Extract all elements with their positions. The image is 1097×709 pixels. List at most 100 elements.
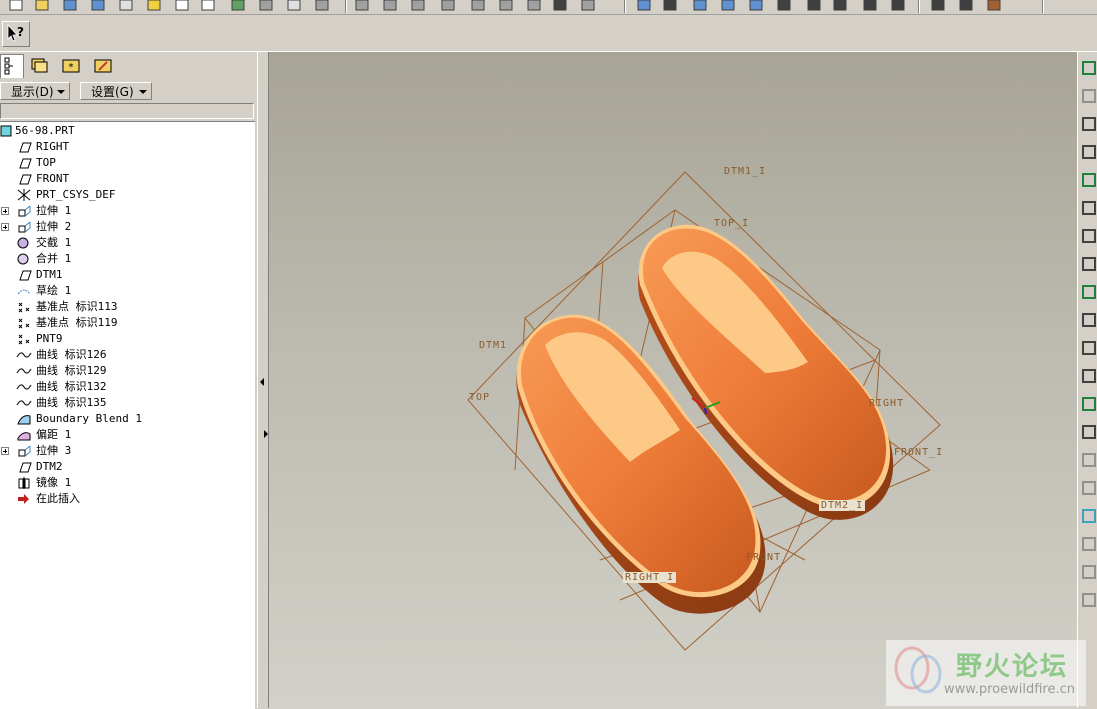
toolbar-separator xyxy=(1042,0,1044,13)
graphics-viewport[interactable]: DTM1_I TOP_I DTM1 TOP RIGHT FRONT_I DTM2… xyxy=(269,52,1077,708)
tree-item-label: RIGHT xyxy=(36,140,70,153)
datum-plane-tool-icon[interactable] xyxy=(1081,60,1097,76)
sweep-tool-icon[interactable] xyxy=(1081,480,1097,496)
mirror-tool-icon[interactable] xyxy=(1081,564,1097,580)
csys-tool-icon[interactable] xyxy=(1081,172,1097,188)
svg-text:?: ? xyxy=(17,25,24,39)
whats-this-help-icon[interactable]: ? xyxy=(2,21,30,47)
main-toolbar xyxy=(0,0,1097,15)
display-menu[interactable]: 显示(D) xyxy=(0,82,70,100)
settings-menu[interactable]: 设置(G) xyxy=(80,82,152,100)
no-hidden-icon[interactable] xyxy=(958,0,974,11)
undo-icon[interactable] xyxy=(354,0,370,11)
rib-tool-icon[interactable] xyxy=(1081,312,1097,328)
tree-item-label: FRONT xyxy=(36,172,70,185)
datum-icon[interactable] xyxy=(986,0,1002,11)
navigator-menus: 显示(D) 设置(G) xyxy=(0,81,257,101)
tree-item-label: 合并 1 xyxy=(36,252,72,265)
saved-views-icon[interactable] xyxy=(806,0,822,11)
pencil-icon[interactable] xyxy=(230,0,246,11)
merge-tool-icon[interactable] xyxy=(1081,592,1097,608)
datum-axis-tool-icon[interactable] xyxy=(1081,88,1097,104)
new-icon[interactable] xyxy=(8,0,24,11)
style-tool-icon[interactable] xyxy=(1081,536,1097,552)
coordinate-system-icon xyxy=(17,189,31,201)
tree-filter-bar[interactable] xyxy=(0,103,254,119)
datum-point-icon xyxy=(18,318,30,329)
repaint-icon[interactable] xyxy=(636,0,652,11)
zoom-in-icon[interactable] xyxy=(692,0,708,11)
save-copy-icon[interactable] xyxy=(90,0,106,11)
connections-tab[interactable] xyxy=(92,54,116,78)
connections-icon xyxy=(94,59,112,73)
datum-plane-icon xyxy=(19,158,32,169)
tree-item-label: 曲线 标识135 xyxy=(36,396,107,409)
insert-here-arrow-icon xyxy=(18,494,29,504)
panel-splitter[interactable] xyxy=(257,52,269,708)
favorites-tab[interactable]: * xyxy=(60,54,84,78)
tree-item-label: 草绘 1 xyxy=(36,284,72,297)
watermark-text: 野火论坛 xyxy=(956,652,1069,682)
mail-icon[interactable] xyxy=(286,0,302,11)
orient-icon[interactable] xyxy=(776,0,792,11)
copy-icon[interactable] xyxy=(440,0,456,11)
model-tree-tab[interactable] xyxy=(0,54,24,78)
shell-tool-icon[interactable] xyxy=(1081,284,1097,300)
edit-icon[interactable] xyxy=(200,0,216,11)
analysis-icon[interactable] xyxy=(1081,200,1097,216)
print-icon[interactable] xyxy=(258,0,274,11)
tree-item-label: 交截 1 xyxy=(36,236,72,249)
zoom-fit-icon[interactable] xyxy=(748,0,764,11)
save-icon[interactable] xyxy=(62,0,78,11)
tree-item-label: PRT_CSYS_DEF xyxy=(36,188,116,201)
tasks-icon[interactable] xyxy=(118,0,134,11)
wireframe-icon[interactable] xyxy=(890,0,906,11)
datum-point-tool-icon[interactable] xyxy=(1081,144,1097,160)
datum-label-dtm2-i: DTM2_I xyxy=(819,500,866,511)
boundary-blend-icon xyxy=(17,415,31,425)
folder-browser-tab[interactable] xyxy=(28,54,52,78)
merge-icon xyxy=(17,253,29,265)
datum-label-top: TOP xyxy=(469,392,491,403)
hole-tool-icon[interactable] xyxy=(1081,256,1097,272)
expand-right-icon[interactable] xyxy=(264,430,268,438)
link-icon[interactable] xyxy=(314,0,330,11)
spin-icon[interactable] xyxy=(662,0,678,11)
close-window-icon[interactable] xyxy=(174,0,190,11)
sketch-tool-icon[interactable] xyxy=(1081,228,1097,244)
cut-icon[interactable] xyxy=(410,0,426,11)
shading-icon[interactable] xyxy=(862,0,878,11)
layers-icon[interactable] xyxy=(832,0,848,11)
paste-special-icon[interactable] xyxy=(498,0,514,11)
display-menu-label: 显示(D) xyxy=(11,85,54,99)
draft-tool-icon[interactable] xyxy=(1081,340,1097,356)
hidden-line-icon[interactable] xyxy=(930,0,946,11)
select-box-icon[interactable] xyxy=(580,0,596,11)
binoculars-icon[interactable] xyxy=(552,0,568,11)
datum-label-dtm1-i: DTM1_I xyxy=(724,166,767,177)
extrude-icon xyxy=(18,445,31,457)
zoom-out-icon[interactable] xyxy=(720,0,736,11)
tree-item-label: 曲线 标识132 xyxy=(36,380,107,393)
tree-item-label: 曲线 标识126 xyxy=(36,348,107,361)
expand-plus-icon[interactable] xyxy=(1,207,9,215)
curve-icon xyxy=(16,368,32,374)
list-icon[interactable] xyxy=(526,0,542,11)
datum-plane-icon xyxy=(19,270,32,281)
chamfer-tool-icon[interactable] xyxy=(1081,396,1097,412)
datum-curve-tool-icon[interactable] xyxy=(1081,116,1097,132)
blend-tool-icon[interactable] xyxy=(1081,508,1097,524)
intersect-icon xyxy=(17,237,29,249)
round-tool-icon[interactable] xyxy=(1081,368,1097,384)
smiley-icon[interactable] xyxy=(146,0,162,11)
revolve-tool-icon[interactable] xyxy=(1081,452,1097,468)
redo-icon[interactable] xyxy=(382,0,398,11)
folder-browser-icon xyxy=(31,58,48,73)
datum-plane-icon xyxy=(19,142,32,153)
expand-plus-icon[interactable] xyxy=(1,223,9,231)
paste-icon[interactable] xyxy=(470,0,486,11)
extrude-tool-icon[interactable] xyxy=(1081,424,1097,440)
expand-plus-icon[interactable] xyxy=(1,447,9,455)
collapse-left-icon[interactable] xyxy=(260,378,264,386)
open-icon[interactable] xyxy=(34,0,50,11)
